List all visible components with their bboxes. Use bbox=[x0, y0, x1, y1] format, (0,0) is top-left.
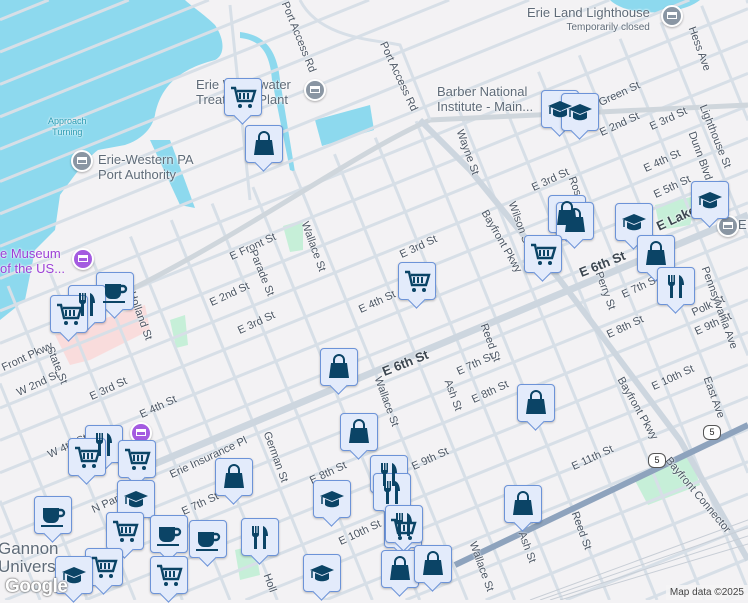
shopping-cart-icon bbox=[123, 445, 151, 473]
cart-marker[interactable] bbox=[68, 438, 106, 476]
poi-barber-institute[interactable]: Barber NationalInstitute - Main... bbox=[437, 84, 533, 114]
coffee-marker[interactable] bbox=[96, 272, 134, 310]
bag-marker[interactable] bbox=[556, 202, 594, 240]
cart-marker[interactable] bbox=[398, 262, 436, 300]
cart-marker[interactable] bbox=[85, 548, 123, 586]
shopping-bag-icon bbox=[345, 418, 373, 446]
poi-lighthouse[interactable]: Erie Land LighthouseTemporarily closed bbox=[527, 5, 650, 35]
food-marker[interactable] bbox=[373, 473, 411, 511]
poi-line: Turning bbox=[52, 127, 82, 137]
poi-museum[interactable]: e Museumof the US... bbox=[0, 246, 65, 276]
food-marker[interactable] bbox=[241, 518, 279, 556]
shopping-cart-icon bbox=[229, 83, 257, 111]
graduation-cap-icon bbox=[60, 561, 88, 589]
cart-marker[interactable] bbox=[524, 235, 562, 273]
fork-knife-icon bbox=[378, 478, 406, 506]
fork-knife-icon bbox=[246, 523, 274, 551]
edu-marker[interactable] bbox=[691, 181, 729, 219]
bag-marker[interactable] bbox=[245, 125, 283, 163]
bag-marker[interactable] bbox=[381, 550, 419, 588]
poi-line: of the US... bbox=[0, 261, 65, 276]
poi-port-authority[interactable]: Erie-Western PAPort Authority bbox=[98, 152, 194, 182]
shopping-cart-icon bbox=[155, 561, 183, 589]
lighthouse-landmark-icon[interactable] bbox=[661, 5, 683, 27]
map-attribution[interactable]: Map data ©2025 bbox=[666, 585, 748, 600]
shopping-cart-icon bbox=[73, 443, 101, 471]
graduation-cap-icon bbox=[696, 186, 724, 214]
cart-marker[interactable] bbox=[224, 78, 262, 116]
poi-line: Institute - Main... bbox=[437, 99, 533, 114]
bag-marker[interactable] bbox=[414, 545, 452, 583]
poi-status: Temporarily closed bbox=[527, 20, 650, 35]
food-marker[interactable] bbox=[385, 505, 423, 543]
cart-marker[interactable] bbox=[150, 556, 188, 594]
shopping-bag-icon bbox=[522, 389, 550, 417]
poi-edge-label: E bbox=[738, 217, 747, 232]
coffee-marker[interactable] bbox=[34, 496, 72, 534]
shopping-bag-icon bbox=[220, 463, 248, 491]
poi-name: Erie Land Lighthouse bbox=[527, 5, 650, 20]
edu-marker[interactable] bbox=[117, 480, 155, 518]
shopping-bag-icon bbox=[642, 240, 670, 268]
coffee-cup-icon bbox=[39, 501, 67, 529]
cart-marker[interactable] bbox=[106, 512, 144, 550]
poi-line: Erie-Western PA bbox=[98, 152, 194, 167]
bag-marker[interactable] bbox=[215, 458, 253, 496]
bag-marker[interactable] bbox=[320, 348, 358, 386]
shopping-bag-icon bbox=[325, 353, 353, 381]
route-5-shield: 5 bbox=[703, 425, 721, 440]
museum-icon[interactable] bbox=[72, 248, 94, 270]
coffee-marker[interactable] bbox=[150, 515, 188, 553]
shopping-cart-icon bbox=[90, 553, 118, 581]
graduation-cap-icon bbox=[566, 98, 594, 126]
poi-line: Approach bbox=[48, 116, 87, 126]
route-5-shield: 5 bbox=[648, 453, 666, 468]
shopping-cart-icon bbox=[55, 300, 83, 328]
food-marker[interactable] bbox=[657, 267, 695, 305]
bag-marker[interactable] bbox=[504, 485, 542, 523]
edu-marker[interactable] bbox=[615, 203, 653, 241]
landmark-icon[interactable] bbox=[71, 150, 93, 172]
shopping-bag-icon bbox=[561, 207, 589, 235]
poi-line: e Museum bbox=[0, 246, 61, 261]
shopping-bag-icon bbox=[386, 555, 414, 583]
edu-marker[interactable] bbox=[313, 480, 351, 518]
bag-marker[interactable] bbox=[517, 384, 555, 422]
graduation-cap-icon bbox=[318, 485, 346, 513]
shopping-cart-icon bbox=[529, 240, 557, 268]
poi-line: Barber National bbox=[437, 84, 527, 99]
shopping-bag-icon bbox=[509, 490, 537, 518]
bag-marker[interactable] bbox=[340, 413, 378, 451]
fork-knife-icon bbox=[662, 272, 690, 300]
fork-knife-icon bbox=[390, 510, 418, 538]
coffee-cup-icon bbox=[194, 525, 222, 553]
water-label-approach: ApproachTurning bbox=[48, 116, 87, 138]
landmark-icon[interactable] bbox=[304, 79, 326, 101]
coffee-cup-icon bbox=[101, 277, 129, 305]
cart-marker[interactable] bbox=[118, 440, 156, 478]
graduation-cap-icon bbox=[620, 208, 648, 236]
shopping-cart-icon bbox=[403, 267, 431, 295]
poi-line: Gannon bbox=[0, 539, 59, 558]
shopping-bag-icon bbox=[419, 550, 447, 578]
edu-marker[interactable] bbox=[303, 554, 341, 592]
edu-marker[interactable] bbox=[561, 93, 599, 131]
coffee-marker[interactable] bbox=[189, 520, 227, 558]
graduation-cap-icon bbox=[308, 559, 336, 587]
graduation-cap-icon bbox=[122, 485, 150, 513]
edu-marker[interactable] bbox=[55, 556, 93, 594]
bag-marker[interactable] bbox=[637, 235, 675, 273]
poi-line: Port Authority bbox=[98, 167, 176, 182]
coffee-cup-icon bbox=[155, 520, 183, 548]
google-logo: Google bbox=[5, 576, 67, 598]
cart-marker[interactable] bbox=[50, 295, 88, 333]
shopping-bag-icon bbox=[250, 130, 278, 158]
shopping-cart-icon bbox=[111, 517, 139, 545]
